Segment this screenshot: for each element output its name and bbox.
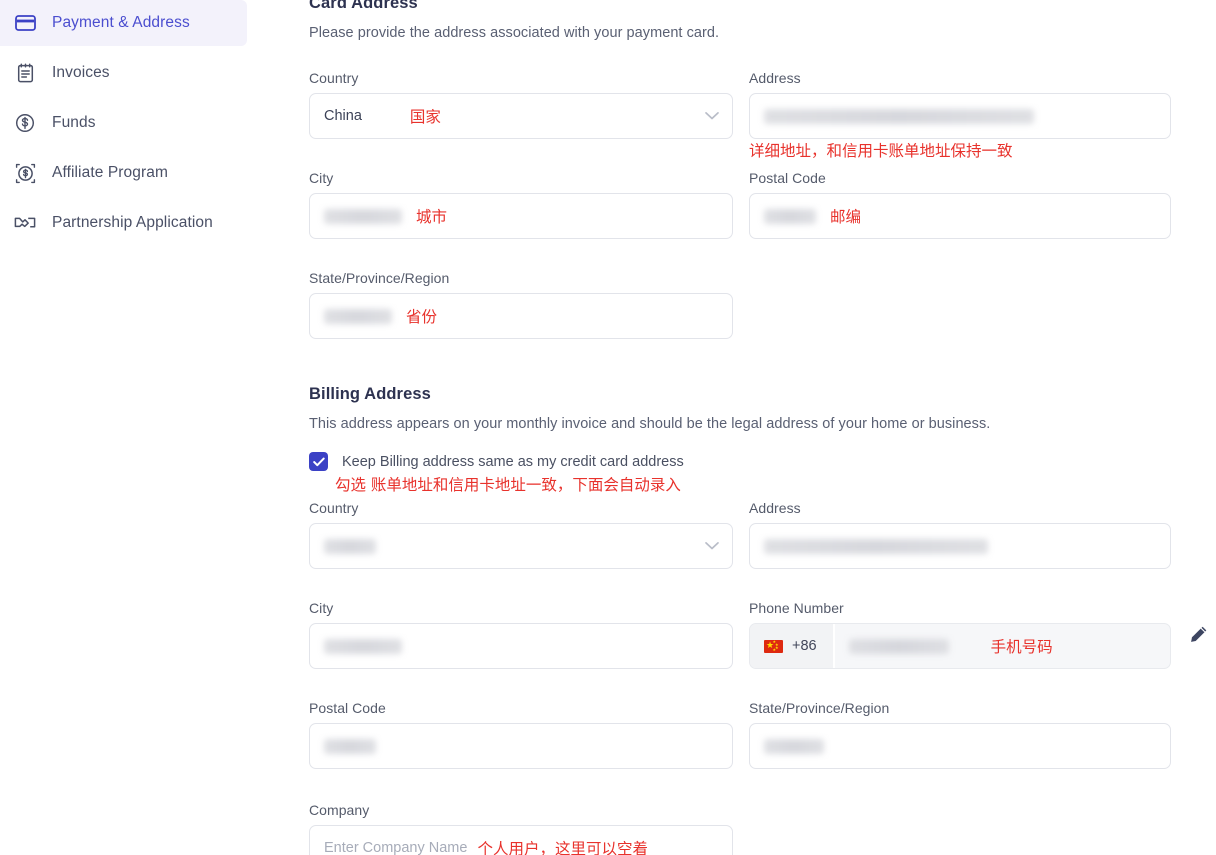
page-root: Payment & Address Invoices Funds (0, 0, 1216, 855)
card-city-field: City 城市 (309, 170, 733, 239)
card-state-annotation: 省份 (406, 305, 437, 327)
card-postal-input[interactable]: 邮编 (749, 193, 1171, 239)
sidebar-item-label: Affiliate Program (52, 164, 168, 182)
handshake-icon (14, 212, 36, 234)
billing-checkbox-annotation: 勾选 账单地址和信用卡地址一致，下面会自动录入 (335, 478, 681, 494)
billing-postal-field: Postal Code (309, 700, 733, 769)
billing-city-label: City (309, 600, 733, 616)
redacted-billing-state-value (764, 739, 824, 754)
billing-address-input[interactable] (749, 523, 1171, 569)
card-postal-label: Postal Code (749, 170, 1171, 186)
sidebar: Payment & Address Invoices Funds (0, 0, 290, 855)
billing-city-field: City (309, 600, 733, 669)
card-address-subtitle: Please provide the address associated wi… (309, 25, 719, 41)
billing-address-field: Address (749, 500, 1171, 569)
redacted-state-value (324, 309, 392, 324)
billing-same-checkbox-row[interactable]: Keep Billing address same as my credit c… (309, 452, 684, 471)
billing-state-label: State/Province/Region (749, 700, 1171, 716)
sidebar-item-label: Payment & Address (52, 14, 190, 32)
billing-country-label: Country (309, 500, 733, 516)
phone-country-code-value: +86 (792, 638, 817, 654)
billing-same-as-card-row: Keep Billing address same as my credit c… (309, 452, 684, 471)
card-address-field: Address 详细地址，和信用卡账单地址保持一致 (749, 70, 1171, 139)
billing-phone-label: Phone Number (749, 600, 1171, 616)
card-address-title: Card Address (309, 0, 719, 13)
billing-company-placeholder: Enter Company Name (324, 840, 467, 855)
sidebar-item-affiliate-program[interactable]: Affiliate Program (0, 150, 290, 196)
sidebar-item-invoices[interactable]: Invoices (0, 50, 290, 96)
redacted-address-value (764, 109, 1034, 124)
card-country-select[interactable]: China 国家 (309, 93, 733, 139)
billing-state-field: State/Province/Region (749, 700, 1171, 769)
card-country-label: Country (309, 70, 733, 86)
billing-company-label: Company (309, 802, 733, 818)
billing-company-annotation: 个人用户，这里可以空着 (477, 837, 648, 855)
billing-postal-label: Postal Code (309, 700, 733, 716)
sidebar-item-funds[interactable]: Funds (0, 100, 290, 146)
billing-address-subtitle: This address appears on your monthly inv… (309, 416, 990, 432)
sidebar-item-payment-address[interactable]: Payment & Address (0, 0, 247, 46)
affiliate-dollar-icon (14, 162, 36, 184)
card-address-heading-block: Card Address Please provide the address … (309, 0, 719, 41)
billing-state-input[interactable] (749, 723, 1171, 769)
billing-phone-input[interactable]: ★ ★ ★ ★ ★ +86 手机号码 (749, 623, 1171, 669)
billing-address-label: Address (749, 500, 1171, 516)
chevron-down-icon (705, 112, 719, 121)
billing-address-title: Billing Address (309, 385, 990, 404)
card-country-annotation: 国家 (410, 105, 441, 127)
redacted-billing-city-value (324, 639, 402, 654)
redacted-billing-postal-value (324, 739, 376, 754)
card-city-annotation: 城市 (416, 205, 447, 227)
billing-company-field: Company Enter Company Name 个人用户，这里可以空着 (309, 802, 733, 855)
invoice-icon (14, 62, 36, 84)
billing-country-select[interactable] (309, 523, 733, 569)
billing-phone-field: Phone Number ★ ★ ★ ★ ★ +86 (749, 600, 1171, 669)
sidebar-item-label: Partnership Application (52, 214, 213, 232)
dollar-circle-icon (14, 112, 36, 134)
card-city-input[interactable]: 城市 (309, 193, 733, 239)
billing-company-input[interactable]: Enter Company Name 个人用户，这里可以空着 (309, 825, 733, 855)
redacted-postal-value (764, 209, 816, 224)
billing-address-heading-block: Billing Address This address appears on … (309, 385, 990, 432)
card-state-label: State/Province/Region (309, 270, 733, 286)
phone-number-body[interactable]: 手机号码 (835, 624, 1170, 668)
redacted-billing-address-value (764, 539, 988, 554)
redacted-billing-country-value (324, 539, 376, 554)
billing-country-field: Country (309, 500, 733, 569)
main-content: Card Address Please provide the address … (290, 0, 1216, 855)
card-country-value: China (324, 108, 362, 124)
sidebar-item-label: Funds (52, 114, 96, 132)
chevron-down-icon (705, 542, 719, 551)
card-address-input[interactable] (749, 93, 1171, 139)
card-country-field: Country China 国家 (309, 70, 733, 139)
card-postal-annotation: 邮编 (830, 205, 861, 227)
sidebar-item-partnership-application[interactable]: Partnership Application (0, 200, 290, 246)
card-city-label: City (309, 170, 733, 186)
card-state-input[interactable]: 省份 (309, 293, 733, 339)
sidebar-item-label: Invoices (52, 64, 110, 82)
billing-postal-input[interactable] (309, 723, 733, 769)
card-address-annotation: 详细地址，和信用卡账单地址保持一致 (749, 144, 1013, 160)
card-address-form: Country China 国家 Address 详细地址，和信用卡账单地址保持… (309, 70, 1171, 345)
card-postal-field: Postal Code 邮编 (749, 170, 1171, 239)
phone-country-code-selector[interactable]: ★ ★ ★ ★ ★ +86 (750, 624, 835, 668)
billing-phone-annotation: 手机号码 (991, 635, 1053, 657)
billing-same-checkbox[interactable] (309, 452, 328, 471)
china-flag-icon: ★ ★ ★ ★ ★ (764, 640, 783, 653)
billing-address-form: Country Address City (309, 500, 1171, 855)
redacted-city-value (324, 209, 402, 224)
card-address-label: Address (749, 70, 1171, 86)
redacted-phone-value (849, 639, 949, 654)
card-state-field: State/Province/Region 省份 (309, 270, 733, 339)
billing-city-input[interactable] (309, 623, 733, 669)
billing-same-checkbox-label: Keep Billing address same as my credit c… (342, 454, 684, 470)
credit-card-icon (14, 12, 36, 34)
